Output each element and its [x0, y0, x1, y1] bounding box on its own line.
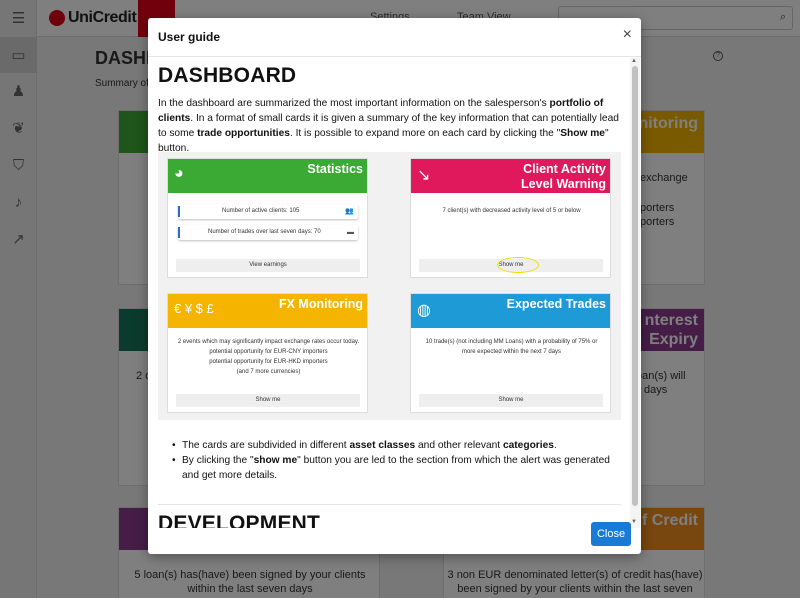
intro-text: In the dashboard are summarized the most… — [158, 98, 550, 109]
show-me-button: Show me — [176, 394, 360, 407]
preview-statistics-card: ◕ Statistics Number of active clients: 1… — [167, 158, 368, 278]
card-text: more expected within the next 7 days — [461, 349, 562, 355]
bullet-text: The cards are subdivided in different — [182, 440, 350, 451]
bullet-bold: show me — [253, 455, 298, 466]
bullet-text: and other relevant — [415, 440, 503, 451]
scroll-thumb[interactable] — [632, 66, 638, 506]
currency-icon: € ¥ $ £ — [174, 301, 214, 316]
trend-down-icon: ↘ — [417, 167, 431, 184]
card-title: FX Monitoring — [278, 297, 363, 311]
crystal-ball-icon: ◍ — [417, 302, 431, 319]
card-title: Statistics — [307, 162, 363, 176]
bullet-list: The cards are subdivided in different as… — [172, 438, 622, 483]
card-text: potential opportunity for EUR-CNY import… — [209, 349, 328, 355]
scroll-down-icon[interactable]: ▼ — [631, 519, 637, 525]
card-header: ↘ Client Activity Level Warning — [411, 159, 610, 193]
intro-paragraph: In the dashboard are summarized the most… — [158, 96, 623, 156]
pie-chart-icon: ◕ — [174, 165, 184, 182]
show-me-button: Show me — [419, 394, 603, 407]
stat-row: Number of active clients: 105 👥 — [178, 204, 358, 219]
highlight-circle — [497, 257, 539, 273]
card-title: Expected Trades — [506, 297, 606, 311]
bullet-text: . — [553, 440, 557, 451]
preview-activity-card: ↘ Client Activity Level Warning 7 client(… — [410, 158, 611, 278]
list-item: By clicking the "show me" button you are… — [172, 453, 622, 483]
card-text: (and 7 more currencies) — [236, 369, 301, 375]
close-icon[interactable]: × — [623, 27, 632, 43]
intro-bold: Show me — [560, 128, 605, 139]
card-header: ◍ Expected Trades — [411, 294, 610, 328]
preview-fx-card: € ¥ $ £ FX Monitoring 2 events which may… — [167, 293, 368, 413]
stat-text: Number of active clients: 105 — [222, 208, 300, 214]
card-text: potential opportunity for EUR-HKD import… — [209, 359, 328, 365]
modal-title: User guide — [158, 30, 221, 44]
card-text: 10 trade(s) (not including MM Loans) wit… — [425, 339, 598, 345]
section-divider — [158, 504, 621, 505]
card-text: 7 client(s) with decreased activity leve… — [442, 208, 581, 214]
card-header: ◕ Statistics — [168, 159, 367, 193]
stat-row: Number of trades over last seven days: 7… — [178, 225, 358, 240]
preview-expected-card: ◍ Expected Trades 10 trade(s) (not inclu… — [410, 293, 611, 413]
title-line: Level Warning — [521, 177, 606, 191]
card-header: € ¥ $ £ FX Monitoring — [168, 294, 367, 328]
close-button[interactable]: Close — [591, 522, 631, 546]
intro-text: . It is possible to expand more on each … — [289, 128, 561, 139]
view-earnings-button: View earnings — [176, 259, 360, 272]
section-title: DASHBOARD — [158, 64, 297, 87]
card-text: 2 events which may significantly impact … — [177, 339, 360, 345]
dashboard-preview-image: ◕ Statistics Number of active clients: 1… — [158, 152, 621, 420]
next-section-title: DEVELOPMENT — [158, 512, 321, 528]
intro-bold: trade opportunities — [197, 128, 290, 139]
title-line: Client Activity — [523, 162, 606, 176]
user-guide-modal: User guide × DASHBOARD In the dashboard … — [148, 18, 641, 554]
list-item: The cards are subdivided in different as… — [172, 438, 622, 453]
modal-scrollbar[interactable]: ▲ ▼ — [630, 58, 640, 528]
show-me-button: Show me — [419, 257, 603, 273]
handshake-icon: ▬ — [347, 229, 354, 236]
modal-header: User guide × — [148, 18, 641, 57]
bullet-text: By clicking the " — [182, 455, 254, 466]
card-title: Client Activity Level Warning — [521, 162, 606, 192]
bullet-bold: asset classes — [349, 440, 416, 451]
users-icon: 👥 — [345, 208, 354, 215]
bullet-bold: categories — [502, 440, 554, 451]
modal-footer: Close — [148, 522, 641, 554]
scroll-up-icon[interactable]: ▲ — [631, 58, 637, 64]
stat-text: Number of trades over last seven days: 7… — [208, 229, 321, 235]
modal-body[interactable]: DASHBOARD In the dashboard are summarize… — [148, 58, 630, 528]
